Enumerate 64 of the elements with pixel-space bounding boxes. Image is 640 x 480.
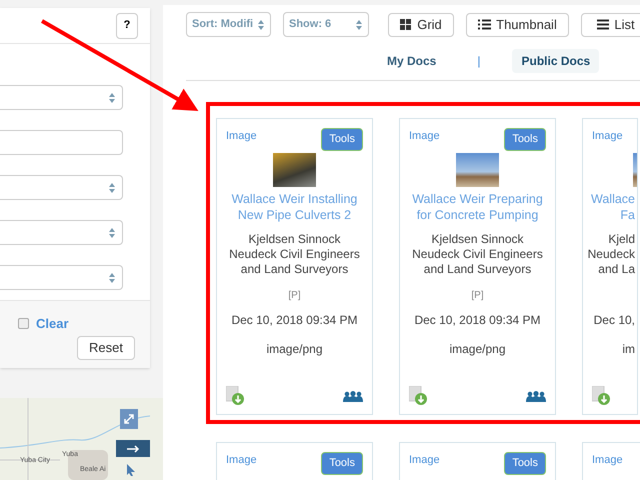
tab[interactable]: Public Docs [512, 49, 600, 73]
view-button[interactable]: Thumbnail [466, 12, 569, 36]
select-field[interactable]: Show: 6 [283, 12, 369, 37]
download-file-icon[interactable] [409, 386, 428, 405]
download-file-icon[interactable] [226, 386, 245, 405]
select-arrows-icon [108, 92, 116, 104]
date-text: Dec 10, 2018 09:34 PM [231, 312, 358, 329]
type-label: Image [409, 453, 440, 468]
expand-button[interactable] [120, 409, 138, 429]
document-title[interactable]: Wallace Weir Preparing for Concrete Pumping [400, 191, 555, 223]
right-arrow-icon [126, 444, 140, 452]
flag-text: [P] [471, 289, 484, 303]
document-title[interactable]: Wallace Weir Installing New Pipe Culverts 2 [217, 191, 372, 223]
download-file-icon[interactable] [592, 386, 611, 405]
tab-separator: | [477, 53, 480, 70]
type-label: Image [592, 453, 623, 468]
date-text: Dec 10, 2018 09:34 PM [414, 312, 541, 329]
type-label: Image [226, 453, 257, 468]
arrow-button[interactable] [116, 440, 150, 457]
mime-text: image/png [449, 341, 506, 358]
tools-button[interactable]: Tools [504, 128, 546, 151]
map-drawing[interactable] [0, 398, 163, 480]
select-field[interactable] [0, 220, 123, 245]
type-label: Image [409, 129, 440, 144]
cursor-icon [126, 463, 136, 477]
users-icon[interactable] [526, 391, 546, 402]
select-arrows-icon [108, 182, 116, 194]
users-icon[interactable] [343, 391, 363, 402]
menu-icon [597, 19, 610, 30]
type-label: Image [592, 129, 623, 144]
photo-placeholder [456, 153, 499, 187]
expand-icon [123, 413, 135, 425]
input-field[interactable] [0, 130, 123, 155]
tools-button[interactable]: Tools [321, 128, 363, 151]
select-arrows-icon [108, 272, 116, 284]
document-title[interactable]: Wallace Fa [591, 191, 637, 223]
tools-button[interactable]: Tools [504, 452, 546, 475]
date-text: Dec 10, [594, 312, 636, 329]
tools-button[interactable]: Tools [321, 452, 363, 475]
view-button[interactable]: Grid [388, 12, 454, 36]
reset-button[interactable]: Reset [77, 336, 135, 360]
tab[interactable]: My Docs [378, 49, 446, 73]
select-field[interactable] [0, 85, 123, 110]
select-arrows-icon [108, 226, 116, 238]
mime-text: im [622, 341, 636, 358]
grid-icon [400, 19, 412, 30]
author-text: Kjeldsen Sinnock Neudeck Civil Engineers and Land Surveyors [228, 232, 361, 277]
select-field[interactable] [0, 265, 123, 290]
select-arrows-icon [355, 18, 363, 30]
clear-link[interactable]: Clear [36, 314, 69, 334]
list-icon [478, 19, 492, 30]
photo-placeholder [273, 153, 316, 187]
select-arrows-icon [257, 18, 265, 30]
author-text: Kjeld Neudeck and La [588, 232, 636, 277]
type-label: Image [226, 129, 257, 144]
photo-placeholder [633, 153, 637, 187]
checkbox[interactable] [18, 318, 29, 329]
help-button[interactable]: ? [116, 12, 138, 38]
flag-text: [P] [288, 289, 301, 303]
author-text: Kjeldsen Sinnock Neudeck Civil Engineers and Land Surveyors [411, 232, 544, 277]
view-button[interactable]: List [581, 12, 640, 36]
mime-text: image/png [266, 341, 323, 358]
select-field[interactable]: Sort: Modifi [186, 12, 271, 37]
select-field[interactable] [0, 175, 123, 200]
